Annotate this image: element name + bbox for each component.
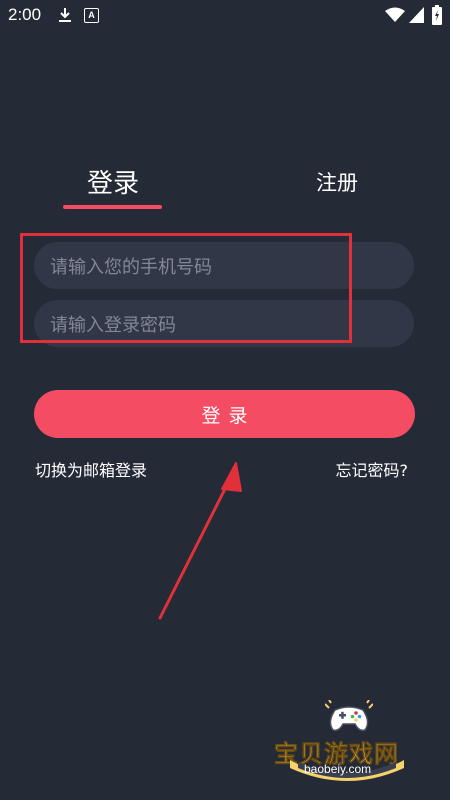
a-badge-icon: A (84, 8, 99, 23)
login-button[interactable]: 登录 (34, 390, 415, 438)
active-tab-indicator (63, 205, 162, 209)
signal-icon (409, 7, 424, 23)
battery-icon (432, 5, 442, 25)
forgot-password-link[interactable]: 忘记密码? (336, 457, 409, 481)
download-icon (59, 8, 71, 22)
status-bar: 2:00 A (0, 0, 450, 32)
password-input[interactable]: 请输入登录密码 (34, 300, 414, 347)
watermark-url: baobeiy.com (304, 762, 372, 776)
annotation-arrow-icon (158, 462, 242, 620)
tab-register[interactable]: 注册 (287, 167, 387, 197)
phone-input-placeholder: 请输入您的手机号码 (50, 256, 212, 278)
watermark: 宝贝游戏网 baobeiy.com (270, 700, 430, 790)
gamepad-icon (325, 700, 373, 732)
status-time: 2:00 (8, 5, 42, 24)
switch-to-email-login-link[interactable]: 切换为邮箱登录 (35, 457, 147, 481)
wifi-icon (385, 7, 405, 22)
tab-login[interactable]: 登录 (63, 163, 163, 200)
phone-input[interactable]: 请输入您的手机号码 (34, 242, 414, 289)
password-input-placeholder: 请输入登录密码 (50, 314, 176, 336)
